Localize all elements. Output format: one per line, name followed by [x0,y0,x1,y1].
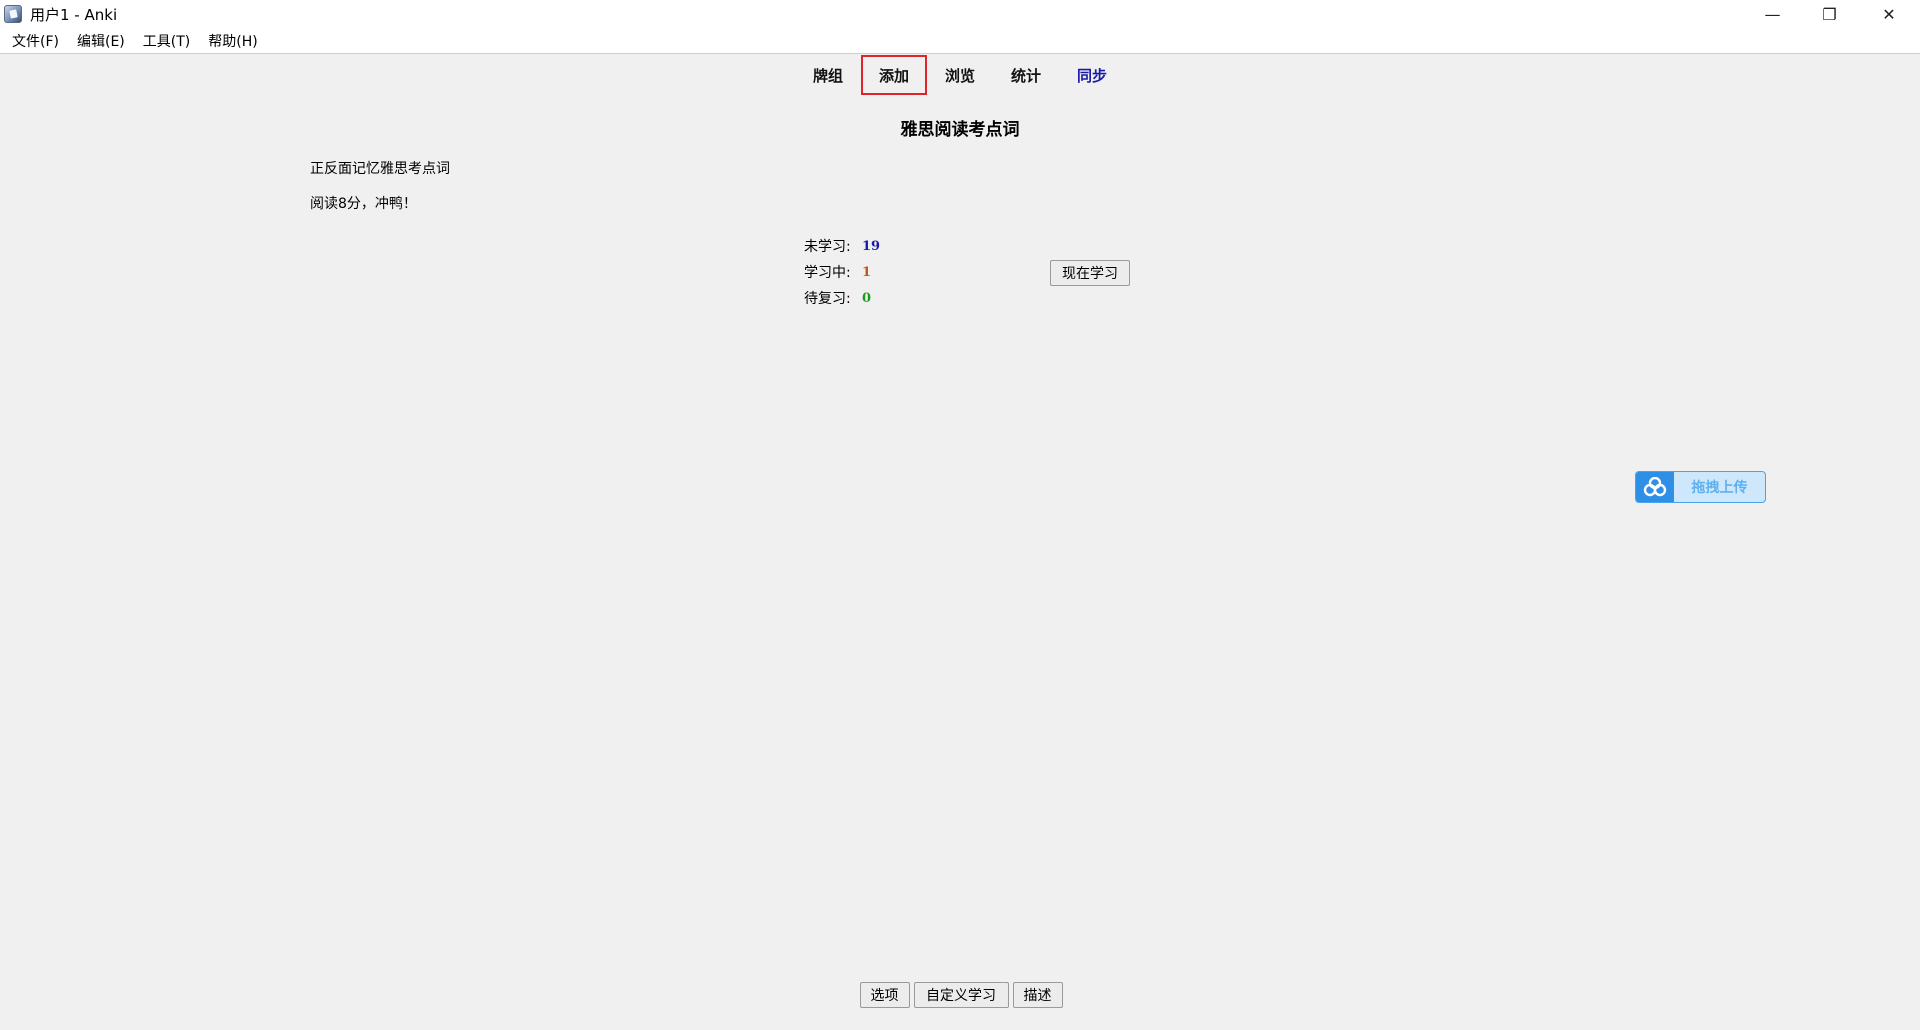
stat-review-label: 待复习: [804,291,851,307]
menu-edit[interactable]: 编辑(E) [68,31,134,51]
toolbar-browse-link[interactable]: 浏览 [927,55,993,95]
study-now-button[interactable]: 现在学习 [1050,260,1130,286]
drag-upload-widget[interactable]: 拖拽上传 [1635,471,1766,503]
deck-description-line: 正反面记忆雅思考点词 [310,161,450,177]
description-button[interactable]: 描述 [1012,982,1063,1008]
stat-review-count: 0 [862,291,872,306]
stat-review-row: 待复习: 0 [804,286,880,312]
cloud-icon [1636,472,1674,502]
close-button[interactable]: ✕ [1858,0,1920,28]
upload-label: 拖拽上传 [1691,480,1748,496]
stat-new-row: 未学习: 19 [804,234,880,260]
menu-help[interactable]: 帮助(H) [199,31,266,51]
stat-learning-label: 学习中: [804,265,851,281]
maximize-button[interactable]: ❐ [1801,0,1858,28]
menu-file[interactable]: 文件(F) [3,31,68,51]
bottom-button-bar: 选项 自定义学习 描述 [0,982,1920,1008]
deck-stats: 未学习: 19 学习中: 1 待复习: 0 [804,234,880,312]
main-toolbar: 牌组 添加 浏览 统计 同步 [0,55,1920,95]
toolbar-stats-link[interactable]: 统计 [993,55,1059,95]
deck-title: 雅思阅读考点词 [900,120,1020,140]
toolbar-sync-link[interactable]: 同步 [1059,55,1125,95]
menu-tools[interactable]: 工具(T) [134,31,199,51]
stat-learning-row: 学习中: 1 [804,260,880,286]
window-title: 用户1 - Anki [30,5,118,24]
stat-new-label: 未学习: [804,239,851,255]
title-bar: 用户1 - Anki — ❐ ✕ [0,0,1920,28]
options-button[interactable]: 选项 [859,982,910,1008]
custom-study-button[interactable]: 自定义学习 [913,982,1009,1008]
anki-app-icon [4,5,22,23]
menu-bar: 文件(F) 编辑(E) 工具(T) 帮助(H) [0,28,1920,54]
deck-description-line: 阅读8分，冲鸭！ [310,196,417,212]
toolbar-decks-link[interactable]: 牌组 [795,55,861,95]
toolbar-add-link[interactable]: 添加 [861,55,927,95]
deck-description: 正反面记忆雅思考点词 阅读8分，冲鸭！ [310,152,450,222]
minimize-button[interactable]: — [1744,0,1801,28]
stat-learning-count: 1 [862,265,872,280]
stat-new-count: 19 [862,239,881,254]
window-controls: — ❐ ✕ [1744,0,1920,28]
